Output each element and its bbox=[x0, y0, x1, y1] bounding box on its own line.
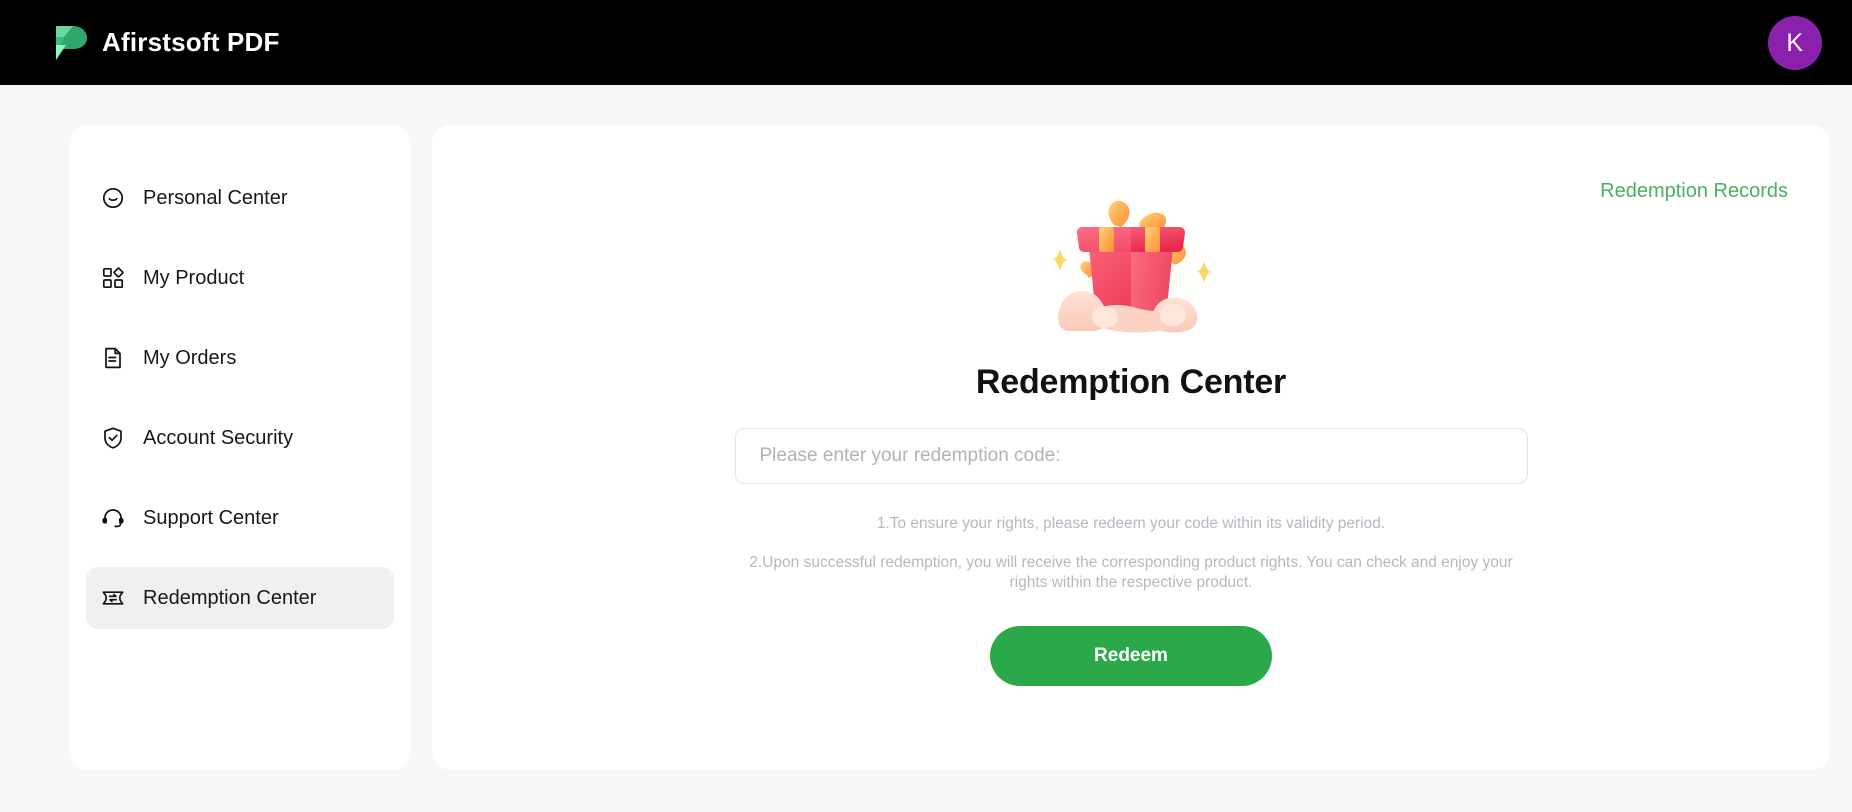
sidebar-item-my-product[interactable]: My Product bbox=[86, 247, 394, 309]
sidebar-item-label: Support Center bbox=[143, 506, 279, 529]
smiley-face-icon bbox=[100, 185, 126, 211]
hands-holding-gift-box-illustration bbox=[1021, 183, 1241, 343]
document-icon bbox=[100, 345, 126, 371]
instructions: 1.To ensure your rights, please redeem y… bbox=[736, 514, 1526, 592]
sidebar-item-label: Account Security bbox=[143, 426, 294, 449]
sidebar-item-redemption-center[interactable]: Redemption Center bbox=[86, 567, 394, 629]
page-body: Personal Center My Product My Orders Acc… bbox=[0, 85, 1852, 812]
sidebar-item-my-orders[interactable]: My Orders bbox=[86, 327, 394, 389]
redeem-button[interactable]: Redeem bbox=[990, 626, 1272, 687]
headset-icon bbox=[100, 505, 126, 531]
grid-blocks-icon bbox=[100, 265, 126, 291]
instruction-line: 2.Upon successful redemption, you will r… bbox=[749, 553, 1513, 591]
redemption-code-input[interactable] bbox=[734, 428, 1528, 484]
redemption-content: Redemption Center 1.To ensure your right… bbox=[432, 125, 1830, 687]
afirstsoft-leaf-logo-icon bbox=[52, 24, 88, 62]
ticket-exchange-icon bbox=[100, 585, 126, 611]
sidebar-item-account-security[interactable]: Account Security bbox=[86, 407, 394, 469]
sidebar-item-personal-center[interactable]: Personal Center bbox=[86, 167, 394, 229]
sidebar-item-label: Personal Center bbox=[143, 186, 288, 209]
sidebar-item-support-center[interactable]: Support Center bbox=[86, 487, 394, 549]
avatar-initial: K bbox=[1786, 28, 1804, 57]
avatar[interactable]: K bbox=[1768, 16, 1822, 70]
sidebar-item-label: Redemption Center bbox=[143, 586, 317, 609]
shield-check-icon bbox=[100, 425, 126, 451]
sidebar-item-label: My Orders bbox=[143, 346, 237, 369]
instruction-line: 1.To ensure your rights, please redeem y… bbox=[876, 515, 1386, 532]
page-title: Redemption Center bbox=[975, 363, 1287, 401]
brand: Afirstsoft PDF bbox=[52, 24, 280, 62]
sidebar: Personal Center My Product My Orders Acc… bbox=[70, 125, 410, 770]
main-panel: Redemption Records Redemption Center Ple… bbox=[432, 125, 1830, 770]
sidebar-item-label: My Product bbox=[143, 266, 245, 289]
app-header: Afirstsoft PDF K bbox=[0, 0, 1852, 85]
brand-name: Afirstsoft PDF bbox=[102, 27, 280, 57]
